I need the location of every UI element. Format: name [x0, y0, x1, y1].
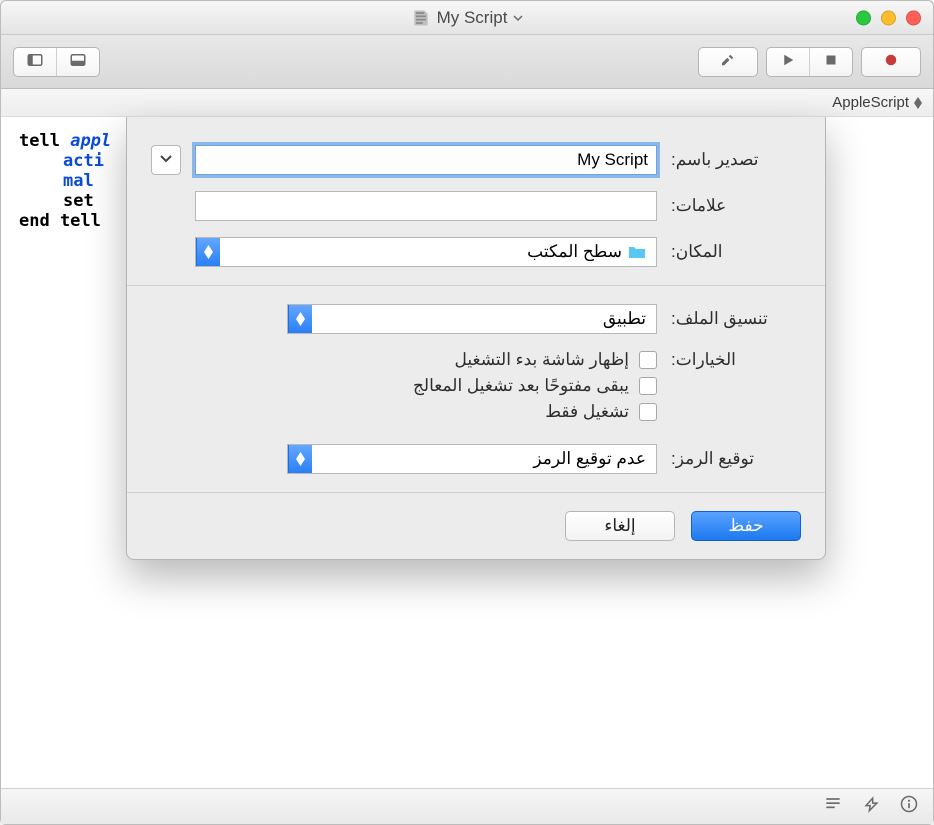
option-text: تشغيل فقط — [545, 402, 629, 422]
code-sign-select[interactable]: عدم توقيع الرمز — [287, 444, 657, 474]
export-as-label: تصدير باسم: — [671, 150, 801, 170]
option-text: إظهار شاشة بدء التشغيل — [455, 350, 629, 370]
code-keyword: set — [63, 191, 94, 211]
hammer-icon — [719, 51, 737, 72]
zoom-button[interactable] — [856, 10, 871, 25]
run-only-checkbox[interactable] — [639, 403, 657, 421]
view-segmented-control — [13, 47, 100, 77]
chevron-down-icon — [513, 8, 523, 28]
tags-label: علامات: — [671, 196, 801, 216]
stay-open-checkbox[interactable] — [639, 377, 657, 395]
description-view-button[interactable] — [823, 794, 843, 819]
code-identifier: appl — [70, 131, 111, 151]
export-as-input[interactable] — [195, 145, 657, 175]
select-stepper-icon — [196, 238, 220, 266]
record-button[interactable] — [861, 47, 921, 77]
window-title-wrap[interactable]: My Script — [411, 8, 524, 28]
toolbar — [1, 35, 933, 89]
info-button[interactable] — [899, 794, 919, 819]
show-startup-screen-checkbox[interactable] — [639, 351, 657, 369]
where-label: المكان: — [671, 242, 801, 262]
where-select[interactable]: سطح المكتب — [195, 237, 657, 267]
bottom-panel-icon — [69, 51, 87, 72]
option-text: يبقى مفتوحًا بعد تشغيل المعالج — [413, 376, 629, 396]
code-sign-value: عدم توقيع الرمز — [533, 449, 646, 469]
script-document-icon — [411, 8, 431, 28]
run-stop-group — [766, 47, 853, 77]
export-sheet: تصدير باسم: علامات: المكان: — [126, 117, 826, 560]
where-value: سطح المكتب — [527, 242, 622, 262]
select-stepper-icon — [288, 445, 312, 473]
toggle-bottom-panel-button[interactable] — [56, 48, 99, 76]
code-command: acti — [63, 151, 104, 171]
stop-icon — [822, 51, 840, 72]
tags-input[interactable] — [195, 191, 657, 221]
result-view-button[interactable] — [861, 794, 881, 819]
titlebar: My Script — [1, 1, 933, 35]
save-button[interactable]: حفظ — [691, 511, 801, 541]
language-label: AppleScript — [832, 94, 909, 111]
cancel-button[interactable]: إلغاء — [565, 511, 675, 541]
minimize-button[interactable] — [881, 10, 896, 25]
statusbar — [1, 788, 933, 824]
select-stepper-icon — [288, 305, 312, 333]
file-format-select[interactable]: تطبيق — [287, 304, 657, 334]
save-button-label: حفظ — [728, 516, 763, 536]
play-icon — [779, 51, 797, 72]
cancel-button-label: إلغاء — [604, 516, 635, 536]
folder-icon — [628, 245, 646, 259]
code-command: mal — [63, 171, 94, 191]
code-keyword: tell — [19, 131, 60, 151]
stop-button[interactable] — [809, 48, 852, 76]
code-keyword: end tell — [19, 211, 101, 231]
record-icon — [882, 51, 900, 72]
compile-button[interactable] — [698, 47, 758, 77]
chevron-down-icon — [159, 150, 173, 170]
window-controls — [856, 10, 921, 25]
sheet-button-row: حفظ إلغاء — [127, 493, 825, 559]
updown-icon — [913, 97, 923, 109]
language-bar: AppleScript — [1, 89, 933, 117]
file-format-value: تطبيق — [603, 309, 646, 329]
run-button[interactable] — [767, 48, 809, 76]
close-button[interactable] — [906, 10, 921, 25]
language-picker[interactable]: AppleScript — [832, 94, 923, 111]
app-window: My Script — [0, 0, 934, 825]
code-sign-label: توقيع الرمز: — [671, 449, 801, 469]
window-title: My Script — [437, 8, 508, 28]
file-format-label: تنسيق الملف: — [671, 309, 801, 329]
options-label: الخيارات: — [671, 350, 801, 370]
sidebar-icon — [26, 51, 44, 72]
toggle-sidebar-button[interactable] — [14, 48, 56, 76]
expand-save-panel-button[interactable] — [151, 145, 181, 175]
